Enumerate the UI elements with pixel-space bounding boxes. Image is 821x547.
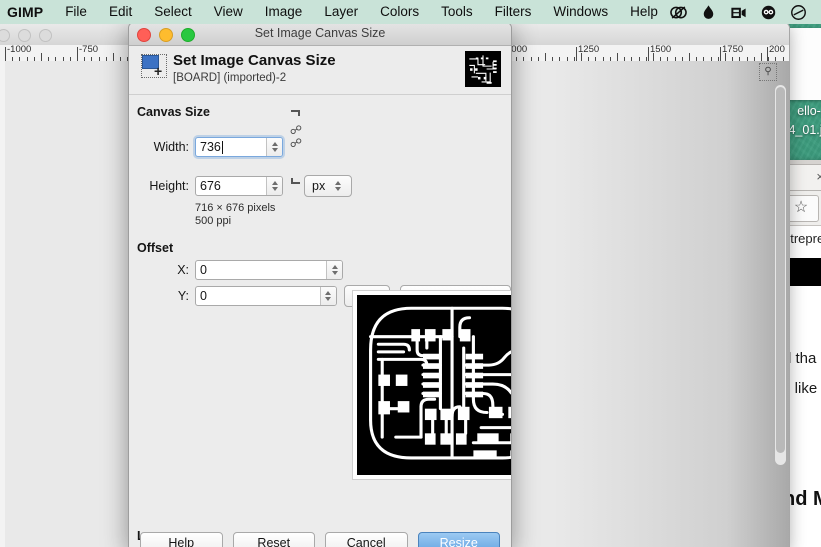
canvas-size-icon: + xyxy=(141,54,167,80)
canvas-vertical-scrollbar[interactable] xyxy=(775,85,786,465)
ruler-label: -750 xyxy=(79,45,99,55)
stepper-down-icon[interactable] xyxy=(271,148,278,152)
canvas-unit-select[interactable]: px xyxy=(304,175,352,197)
offset-x-value: 0 xyxy=(200,263,207,277)
dimension-note-line1: 716 × 676 pixels xyxy=(195,202,276,214)
ruler-major-tick xyxy=(576,47,577,61)
chain-link-icon[interactable]: ☍ ☍ xyxy=(288,110,304,184)
canvas-size-dialog[interactable]: Set Image Canvas Size + Set Image Canvas… xyxy=(128,22,512,547)
dimension-note-line2: 500 ppi xyxy=(195,215,232,227)
offset-x-stepper[interactable] xyxy=(326,261,342,279)
app-name-gimp[interactable]: GIMP xyxy=(0,4,54,20)
height-stepper[interactable] xyxy=(266,177,282,195)
dialog-header: + Set Image Canvas Size [BOARD] (importe… xyxy=(129,46,511,95)
ruler-label: 200 xyxy=(769,45,785,55)
ruler-minor-tick xyxy=(653,53,654,61)
ruler-minor-tick xyxy=(77,53,78,61)
section-offset-label: Offset xyxy=(137,241,174,255)
dialog-title: Set Image Canvas Size xyxy=(254,26,386,40)
height-label: Height: xyxy=(149,179,189,193)
width-input[interactable]: 736 xyxy=(195,137,283,157)
stepper-up-icon[interactable] xyxy=(325,291,332,295)
menu-item-colors[interactable]: Colors xyxy=(369,0,430,24)
ruler-label: -1000 xyxy=(7,45,32,55)
canvas-preview[interactable] xyxy=(352,290,511,480)
video-camera-icon[interactable] xyxy=(729,3,748,22)
section-canvas-size-label: Canvas Size xyxy=(137,105,210,119)
offset-y-label: Y: xyxy=(177,289,189,303)
offset-y-stepper[interactable] xyxy=(319,287,336,305)
width-value: 736 xyxy=(200,140,221,154)
menu-item-edit[interactable]: Edit xyxy=(98,0,143,24)
ruler-minor-tick xyxy=(41,53,42,61)
ruler-major-tick xyxy=(720,47,721,61)
menu-item-layer[interactable]: Layer xyxy=(313,0,369,24)
dialog-titlebar[interactable]: Set Image Canvas Size xyxy=(129,23,511,46)
ruler-minor-tick xyxy=(761,53,762,61)
menubar-status-icons xyxy=(669,3,821,22)
offset-y-input[interactable]: 0 xyxy=(195,286,337,306)
height-row: Height: 676 px xyxy=(129,175,511,197)
ruler-minor-tick xyxy=(5,53,6,61)
ruler-minor-tick xyxy=(689,53,690,61)
menu-item-select[interactable]: Select xyxy=(143,0,203,24)
dialog-subheading: [BOARD] (imported)-2 xyxy=(173,72,287,84)
cancel-button[interactable]: Cancel xyxy=(325,532,408,547)
height-value: 676 xyxy=(200,179,221,193)
ruler-minor-tick xyxy=(545,53,546,61)
ruler-minor-tick xyxy=(617,53,618,61)
stepper-up-icon[interactable] xyxy=(271,142,278,146)
text-caret xyxy=(221,140,223,154)
menu-item-tools[interactable]: Tools xyxy=(430,0,484,24)
ruler-minor-tick xyxy=(581,53,582,61)
width-label: Width: xyxy=(153,140,189,154)
ruler-minor-tick xyxy=(113,53,114,61)
chevron-updown-icon xyxy=(335,181,342,191)
dialog-button-row: Help Reset Cancel Resize xyxy=(129,532,511,547)
scrollbar-thumb[interactable] xyxy=(776,87,785,453)
stepper-up-icon[interactable] xyxy=(271,181,278,185)
width-row: Width: 736 ☍ ☍ xyxy=(129,110,511,184)
close-icon[interactable]: × xyxy=(816,170,821,184)
magnifier-icon[interactable]: ⚲ xyxy=(759,63,777,81)
width-stepper[interactable] xyxy=(266,138,282,156)
dialog-heading: Set Image Canvas Size xyxy=(173,52,336,69)
reset-button[interactable]: Reset xyxy=(232,532,315,547)
stepper-up-icon[interactable] xyxy=(331,265,338,269)
do-not-disturb-icon[interactable] xyxy=(789,3,808,22)
stepper-down-icon[interactable] xyxy=(331,271,338,275)
face-icon[interactable] xyxy=(759,3,778,22)
screen: ello- 4_01.jp ov × ☆ ntrepre d tha s lik… xyxy=(0,0,821,547)
resize-button[interactable]: Resize xyxy=(417,532,500,547)
macos-menubar: GIMP File Edit Select View Image Layer C… xyxy=(0,0,821,24)
menu-item-filters[interactable]: Filters xyxy=(484,0,543,24)
offset-x-row: X: 0 xyxy=(129,260,511,280)
offset-x-input[interactable]: 0 xyxy=(195,260,343,280)
stepper-down-icon[interactable] xyxy=(325,297,332,301)
offset-x-label: X: xyxy=(177,263,189,277)
ruler-major-tick xyxy=(648,47,649,61)
canvas-unit-value: px xyxy=(312,179,326,193)
creative-cloud-icon[interactable] xyxy=(669,3,688,22)
stepper-down-icon[interactable] xyxy=(271,187,278,191)
menu-item-help[interactable]: Help xyxy=(619,0,669,24)
menu-item-windows[interactable]: Windows xyxy=(542,0,619,24)
ruler-minor-tick xyxy=(725,53,726,61)
flame-icon[interactable] xyxy=(699,3,718,22)
offset-y-value: 0 xyxy=(200,289,207,303)
menu-item-image[interactable]: Image xyxy=(254,0,314,24)
circuit-board-thumbnail xyxy=(465,51,501,87)
height-input[interactable]: 676 xyxy=(195,176,283,196)
circuit-board-preview-image xyxy=(357,295,511,475)
menu-item-file[interactable]: File xyxy=(54,0,98,24)
help-button[interactable]: Help xyxy=(140,532,223,547)
menu-item-view[interactable]: View xyxy=(203,0,254,24)
